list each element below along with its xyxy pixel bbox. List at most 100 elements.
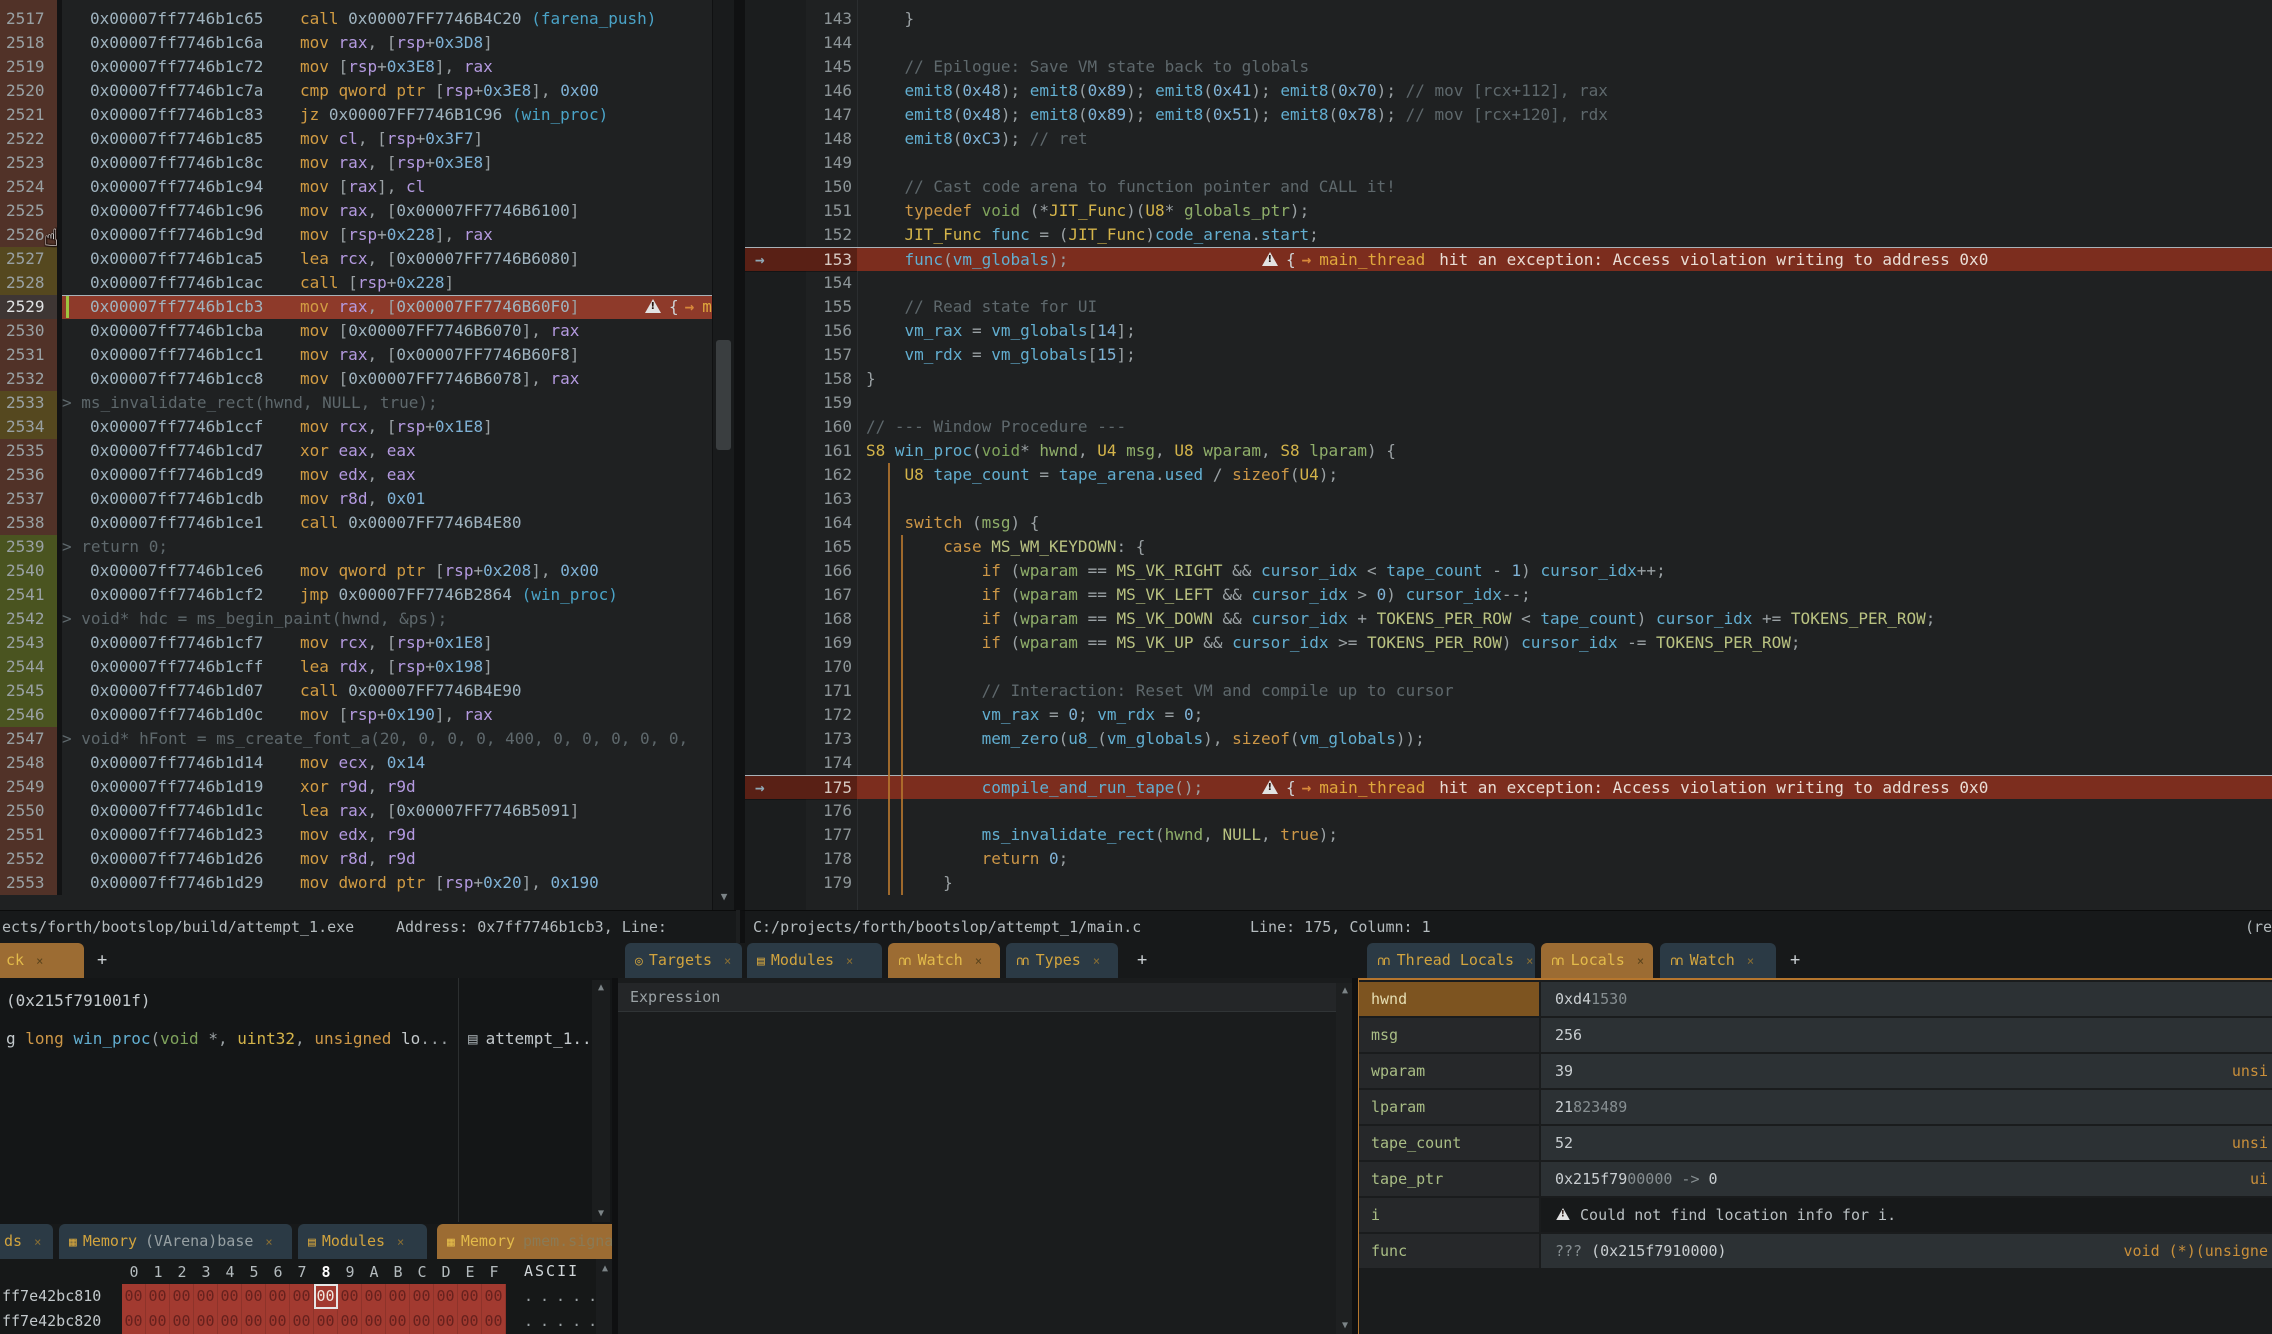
source-line-number[interactable]: 170 xyxy=(806,655,852,679)
memory-byte[interactable]: 00 xyxy=(290,1284,314,1309)
memory-byte[interactable]: 00 xyxy=(410,1309,434,1334)
tab-types[interactable]: ∩∩Types× xyxy=(1006,943,1118,978)
disasm-row[interactable]: 25290x00007ff7746b1cb3mov rax, [0x00007F… xyxy=(0,295,712,319)
memory-byte[interactable]: 00 xyxy=(434,1284,458,1309)
source-line-number[interactable]: 164 xyxy=(806,511,852,535)
source-row-exception[interactable]: →175 compile_and_run_tape();{→main_threa… xyxy=(745,775,2272,799)
memory-byte[interactable]: 00 xyxy=(146,1284,170,1309)
disasm-row-partial[interactable] xyxy=(0,0,712,7)
source-line-number[interactable]: 152 xyxy=(806,223,852,247)
scroll-up-arrow-icon[interactable]: ▲ xyxy=(596,1261,614,1277)
source-line-number[interactable]: 175 xyxy=(806,776,852,800)
source-row[interactable]: 156 vm_rax = vm_globals[14]; xyxy=(745,319,2272,343)
disasm-row[interactable]: 25350x00007ff7746b1cd7xor eax, eax xyxy=(0,439,712,463)
source-line-number[interactable]: 178 xyxy=(806,847,852,871)
tab-locals[interactable]: ∩∩Locals× xyxy=(1541,943,1653,978)
source-row[interactable]: 150 // Cast code arena to function point… xyxy=(745,175,2272,199)
tab-ck[interactable]: ck× xyxy=(0,943,84,978)
close-icon[interactable]: × xyxy=(1526,954,1533,968)
close-icon[interactable]: × xyxy=(1637,954,1644,968)
source-row[interactable]: 174 xyxy=(745,751,2272,775)
memory-byte[interactable]: 00 xyxy=(194,1309,218,1334)
memory-byte[interactable]: 00 xyxy=(410,1284,434,1309)
disasm-row[interactable]: 25270x00007ff7746b1ca5lea rcx, [0x00007F… xyxy=(0,247,712,271)
source-row[interactable]: 148 emit8(0xC3); // ret xyxy=(745,127,2272,151)
source-row[interactable]: 161S8 win_proc(void* hwnd, U4 msg, U8 wp… xyxy=(745,439,2272,463)
scroll-down-arrow-icon[interactable]: ▼ xyxy=(713,886,735,908)
memory-byte[interactable]: 00 xyxy=(338,1309,362,1334)
disasm-row[interactable]: 25170x00007ff7746b1c65call 0x00007FF7746… xyxy=(0,7,712,31)
disasm-row[interactable]: 25280x00007ff7746b1caccall [rsp+0x228] xyxy=(0,271,712,295)
memory-byte[interactable]: 00 xyxy=(122,1284,146,1309)
source-row[interactable]: 178 return 0; xyxy=(745,847,2272,871)
memory-byte[interactable]: 00 xyxy=(338,1284,362,1309)
close-icon[interactable]: × xyxy=(397,1235,404,1249)
source-line-number[interactable]: 156 xyxy=(806,319,852,343)
memory-byte[interactable]: 00 xyxy=(386,1309,410,1334)
source-line-number[interactable]: 158 xyxy=(806,367,852,391)
close-icon[interactable]: × xyxy=(36,954,43,968)
source-line-number[interactable]: 171 xyxy=(806,679,852,703)
source-line-number[interactable]: 162 xyxy=(806,463,852,487)
watch-scrollbar[interactable]: ▲ ▼ xyxy=(1336,983,1352,1334)
source-panel[interactable]: 143 }144145 // Epilogue: Save VM state b… xyxy=(745,0,2272,910)
local-variable-value[interactable]: 0x215f7900000 -> 0ui xyxy=(1541,1162,2272,1196)
source-line-number[interactable]: 172 xyxy=(806,703,852,727)
source-line-number[interactable]: 146 xyxy=(806,79,852,103)
memory-byte[interactable]: 00 xyxy=(218,1309,242,1334)
disassembly-scrollbar[interactable]: ▼ xyxy=(712,0,735,910)
local-variable-name[interactable]: wparam xyxy=(1359,1054,1539,1088)
disasm-row[interactable]: 25360x00007ff7746b1cd9mov edx, eax xyxy=(0,463,712,487)
source-row[interactable]: 147 emit8(0x48); emit8(0x89); emit8(0x51… xyxy=(745,103,2272,127)
close-icon[interactable]: × xyxy=(724,954,731,968)
add-tab-button[interactable]: + xyxy=(1790,943,1800,978)
scroll-down-arrow-icon[interactable]: ▼ xyxy=(592,1206,610,1222)
source-line-number[interactable]: 165 xyxy=(806,535,852,559)
memory-byte[interactable]: 00 xyxy=(170,1284,194,1309)
close-icon[interactable]: × xyxy=(846,954,853,968)
local-variable-value[interactable]: Could not find location info for i. xyxy=(1541,1198,2272,1232)
disasm-row[interactable]: 25400x00007ff7746b1ce6mov qword ptr [rsp… xyxy=(0,559,712,583)
disasm-row[interactable]: 25370x00007ff7746b1cdbmov r8d, 0x01 xyxy=(0,487,712,511)
disasm-row[interactable]: 25250x00007ff7746b1c96mov rax, [0x00007F… xyxy=(0,199,712,223)
memory-byte[interactable]: 00 xyxy=(458,1284,482,1309)
source-row[interactable]: 151 typedef void (*JIT_Func)(U8* globals… xyxy=(745,199,2272,223)
memory-byte[interactable]: 00 xyxy=(290,1309,314,1334)
source-line-number[interactable]: 149 xyxy=(806,151,852,175)
memory-byte[interactable]: 00 xyxy=(482,1309,506,1334)
disasm-row[interactable]: 25450x00007ff7746b1d07call 0x00007FF7746… xyxy=(0,679,712,703)
disasm-row[interactable]: 25520x00007ff7746b1d26mov r8d, r9d xyxy=(0,847,712,871)
disasm-row[interactable]: 25310x00007ff7746b1cc1mov rax, [0x00007F… xyxy=(0,343,712,367)
source-line-number[interactable]: 145 xyxy=(806,55,852,79)
tab-memory[interactable]: ▦Memory(VArena)base× xyxy=(59,1224,292,1259)
source-line-number[interactable]: 154 xyxy=(806,271,852,295)
source-line-number[interactable]: 161 xyxy=(806,439,852,463)
disasm-row[interactable]: 25480x00007ff7746b1d14mov ecx, 0x14 xyxy=(0,751,712,775)
source-row[interactable]: 172 vm_rax = 0; vm_rdx = 0; xyxy=(745,703,2272,727)
source-row-exception[interactable]: →153 func(vm_globals);{→main_threadhit a… xyxy=(745,247,2272,271)
stack-frame-row[interactable]: (0x215f791001f) xyxy=(0,982,590,1020)
disasm-row[interactable]: 25530x00007ff7746b1d29mov dword ptr [rsp… xyxy=(0,871,712,895)
local-variable-name[interactable]: msg xyxy=(1359,1018,1539,1052)
disasm-row[interactable]: 25260x00007ff7746b1c9dmov [rsp+0x228], r… xyxy=(0,223,712,247)
source-row[interactable]: 165 case MS_WM_KEYDOWN: { xyxy=(745,535,2272,559)
disasm-row[interactable]: 25240x00007ff7746b1c94mov [rax], cl xyxy=(0,175,712,199)
source-line-number[interactable]: 163 xyxy=(806,487,852,511)
memory-byte[interactable]: 00 xyxy=(194,1284,218,1309)
source-line-number[interactable]: 153 xyxy=(806,248,852,272)
local-variable-value[interactable]: 39unsi xyxy=(1541,1054,2272,1088)
source-line-number[interactable]: 148 xyxy=(806,127,852,151)
close-icon[interactable]: × xyxy=(34,1235,41,1249)
disasm-row[interactable]: 25440x00007ff7746b1cfflea rdx, [rsp+0x19… xyxy=(0,655,712,679)
call-stack-scrollbar[interactable]: ▲ ▼ xyxy=(592,980,610,1222)
scrollbar-thumb[interactable] xyxy=(716,340,731,450)
source-line-number[interactable]: 159 xyxy=(806,391,852,415)
tab-thread-locals[interactable]: ∩∩Thread Locals× xyxy=(1367,943,1535,978)
watch-panel[interactable]: Expression ▲ ▼ xyxy=(618,978,1352,1334)
tab-watch[interactable]: ∩∩Watch× xyxy=(1660,943,1776,978)
local-variable-value[interactable]: 256 xyxy=(1541,1018,2272,1052)
source-line-number[interactable]: 151 xyxy=(806,199,852,223)
source-line-number[interactable]: 160 xyxy=(806,415,852,439)
memory-byte-selected[interactable]: 00 xyxy=(314,1284,338,1309)
disasm-row[interactable]: 25210x00007ff7746b1c83jz 0x00007FF7746B1… xyxy=(0,103,712,127)
